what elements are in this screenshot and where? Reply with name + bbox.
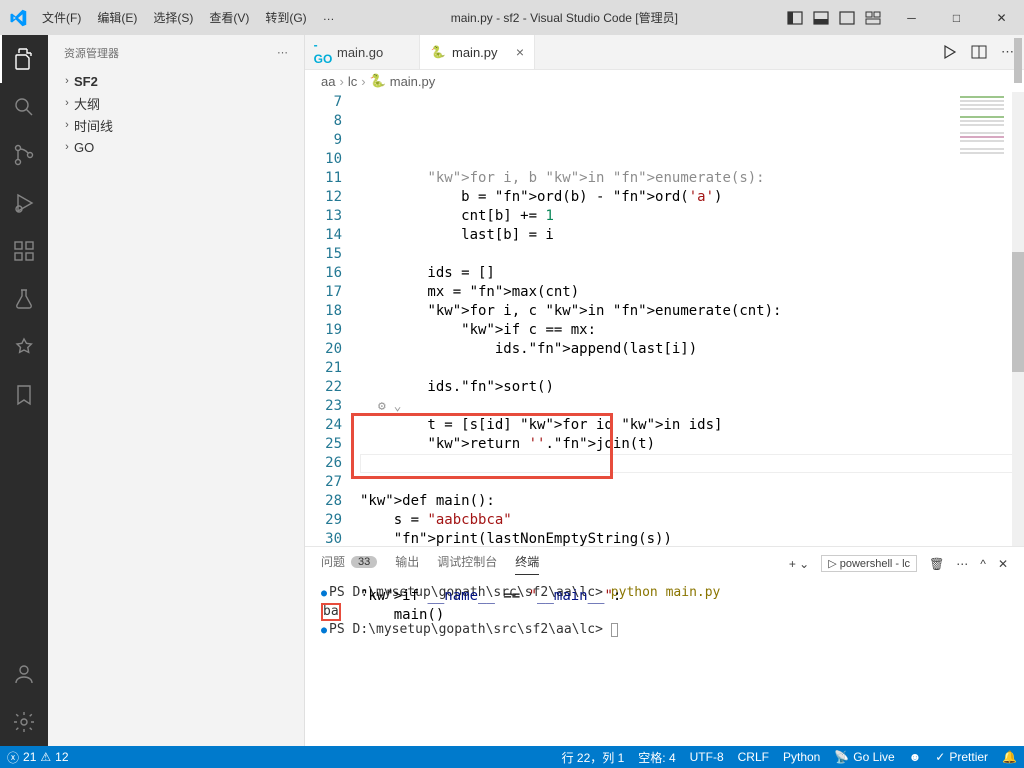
source-control-icon[interactable] [0,131,48,179]
settings-gear-icon[interactable] [0,698,48,746]
menu-more[interactable]: … [316,5,342,30]
code-editor[interactable]: 7891011121314151617181920212223242526272… [305,92,1024,546]
crumb[interactable]: aa [321,74,335,89]
window-controls: ─ □ ✕ [889,0,1024,35]
explorer-tree[interactable]: ›SF2 ›大纲 ›时间线 ›GO [48,70,304,746]
status-eol[interactable]: CRLF [731,746,776,768]
breadcrumb[interactable]: aa› lc› 🐍 main.py [305,70,1024,92]
editor-group: -GO main.go 🐍 main.py × ⋯ aa› lc› 🐍 main… [305,35,1024,746]
run-debug-icon[interactable] [0,179,48,227]
layout-icon[interactable] [865,10,881,26]
testing-icon[interactable] [0,275,48,323]
layout-controls [787,10,889,26]
menu-go[interactable]: 转到(G) [258,5,313,30]
codelens-icon[interactable]: ⚙ ⌄ [378,397,401,416]
status-errors[interactable]: ⓧ 21 ⚠ 12 [0,746,76,768]
status-encoding[interactable]: UTF-8 [683,746,731,768]
toggle-panel-left-icon[interactable] [787,10,803,26]
close-tab-icon[interactable]: × [516,44,524,60]
menu-edit[interactable]: 编辑(E) [90,5,144,30]
sidebar-more-icon[interactable]: ⋯ [277,46,288,59]
tab-label: main.py [452,45,498,60]
toggle-panel-bottom-icon[interactable] [813,10,829,26]
sidebar-title: 资源管理器 [64,45,119,61]
menu-selection[interactable]: 选择(S) [146,5,200,30]
more-actions-icon[interactable]: ⋯ [1001,44,1014,60]
output-highlight: ba [321,603,341,621]
status-bar: ⓧ 21 ⚠ 12 行 22，列 1 空格: 4 UTF-8 CRLF Pyth… [0,746,1024,768]
cloud-icon[interactable] [0,323,48,371]
close-button[interactable]: ✕ [979,0,1024,35]
crumb[interactable]: main.py [390,74,436,89]
scrollbar[interactable] [1012,92,1024,546]
vscode-logo-icon [0,9,35,27]
titlebar: 文件(F) 编辑(E) 选择(S) 查看(V) 转到(G) … main.py … [0,0,1024,35]
sidebar: 资源管理器 ⋯ ›SF2 ›大纲 ›时间线 ›GO [48,35,305,746]
menubar: 文件(F) 编辑(E) 选择(S) 查看(V) 转到(G) … [35,5,342,30]
activity-bar [0,35,48,746]
menu-view[interactable]: 查看(V) [202,5,256,30]
tree-outline[interactable]: ›大纲 [48,92,304,114]
tab-label: main.go [337,45,383,60]
python-file-icon: 🐍 [430,44,446,60]
python-file-icon: 🐍 [370,73,386,89]
status-indent[interactable]: 空格: 4 [631,746,682,768]
tree-go[interactable]: ›GO [48,136,304,158]
editor-tabs: -GO main.go 🐍 main.py × ⋯ [305,35,1024,70]
split-editor-icon[interactable] [971,44,987,60]
status-prettier[interactable]: ✓ Prettier [928,746,995,768]
toggle-panel-right-icon[interactable] [839,10,855,26]
tab-main-py[interactable]: 🐍 main.py × [420,35,535,69]
menu-file[interactable]: 文件(F) [35,5,88,30]
window-title: main.py - sf2 - Visual Studio Code [管理员] [342,9,787,26]
extensions-icon[interactable] [0,227,48,275]
minimap[interactable] [952,92,1012,546]
status-cursor[interactable]: 行 22，列 1 [555,746,632,768]
tree-folder-sf2[interactable]: ›SF2 [48,70,304,92]
status-feedback-icon[interactable]: ☻ [902,746,929,768]
bookmark-icon[interactable] [0,371,48,419]
go-file-icon: -GO [315,44,331,60]
status-language[interactable]: Python [776,746,827,768]
minimize-button[interactable]: ─ [889,0,934,35]
status-golive[interactable]: 📡 Go Live [827,746,901,768]
status-bell-icon[interactable]: 🔔 [995,746,1024,768]
explorer-icon[interactable] [0,35,48,83]
tab-main-go[interactable]: -GO main.go [305,35,420,69]
run-icon[interactable] [941,44,957,60]
search-icon[interactable] [0,83,48,131]
account-icon[interactable] [0,650,48,698]
maximize-button[interactable]: □ [934,0,979,35]
tree-timeline[interactable]: ›时间线 [48,114,304,136]
crumb[interactable]: lc [348,74,357,89]
